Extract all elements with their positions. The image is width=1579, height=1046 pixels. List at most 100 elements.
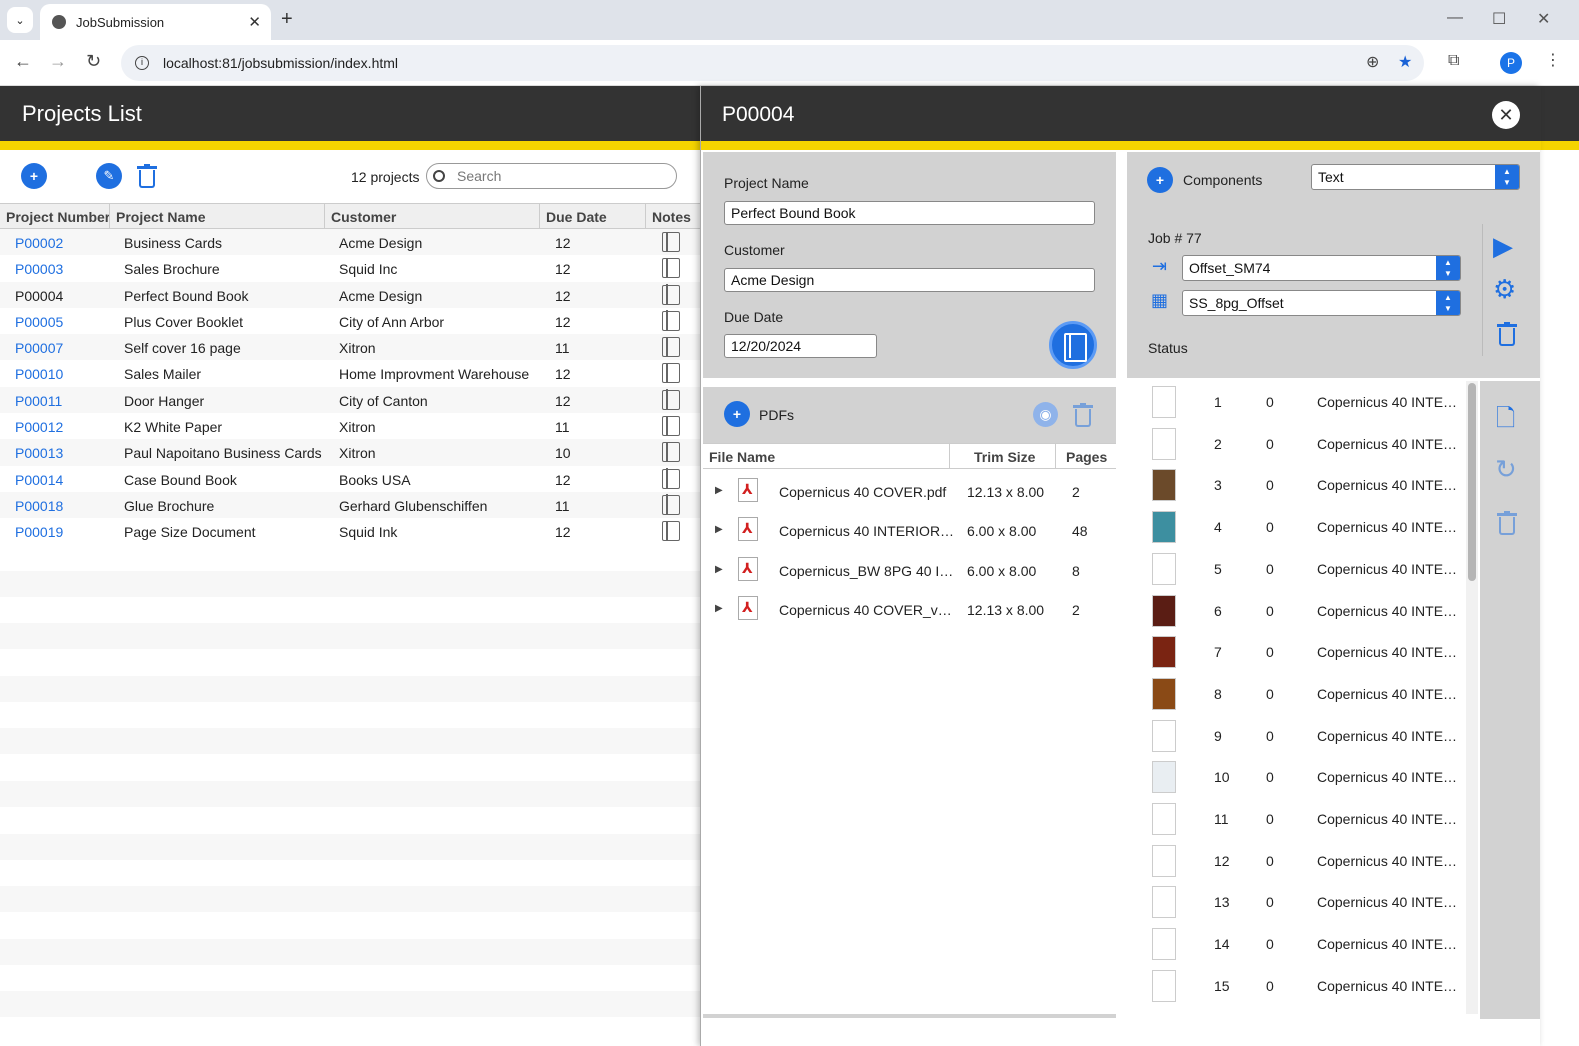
table-row[interactable]: P00013 Paul Napoitano Business Cards Xitro… — [0, 439, 700, 466]
col-project-name[interactable]: Project Name — [116, 209, 205, 225]
table-row[interactable]: P00010 Sales Mailer Home Improvment Wareho… — [0, 360, 700, 386]
component-row[interactable]: 3 0 Copernicus 40 INTE… — [1128, 464, 1465, 506]
table-row[interactable]: P00019 Page Size Document Squid Ink 12 — [0, 518, 700, 544]
components-select[interactable]: Text ▲ ▼ — [1311, 164, 1520, 190]
col-notes[interactable]: Notes — [652, 209, 691, 225]
pdf-row[interactable]: ▶ Copernicus 40 INTERIOR… 6.00 x 8.00 48 — [703, 510, 1116, 549]
settings-gear-icon[interactable]: ⚙ — [1493, 274, 1516, 305]
expand-triangle-icon[interactable]: ▶ — [715, 524, 723, 535]
col-trim-size[interactable]: Trim Size — [974, 449, 1035, 465]
project-number-link[interactable]: P00019 — [15, 524, 63, 540]
notes-icon[interactable] — [662, 231, 680, 252]
notes-icon[interactable] — [662, 310, 680, 331]
delete-pdf-icon[interactable] — [1073, 403, 1093, 427]
notes-icon[interactable] — [662, 336, 680, 358]
table-row[interactable]: P00014 Case Bound Book Books USA 12 — [0, 466, 700, 492]
component-row[interactable]: 11 0 Copernicus 40 INTE… — [1128, 798, 1465, 840]
add-component-button[interactable]: + — [1147, 167, 1173, 193]
notes-icon[interactable] — [662, 520, 680, 542]
notes-icon[interactable] — [662, 284, 680, 305]
project-number-link[interactable]: P00005 — [15, 314, 63, 330]
browser-menu-icon[interactable]: ⋮ — [1545, 50, 1561, 70]
pdf-row[interactable]: ▶ Copernicus 40 COVER.pdf 12.13 x 8.00 2 — [703, 471, 1116, 510]
table-row[interactable]: P00004 Perfect Bound Book Acme Design 12 — [0, 281, 700, 308]
component-row[interactable]: 2 0 Copernicus 40 INTE… — [1128, 423, 1465, 465]
component-row[interactable]: 12 0 Copernicus 40 INTE… — [1128, 840, 1465, 882]
component-row[interactable]: 5 0 Copernicus 40 INTE… — [1128, 548, 1465, 590]
table-row[interactable]: P00002 Business Cards Acme Design 12 — [0, 229, 700, 256]
pdf-row[interactable]: ▶ Copernicus_BW 8PG 40 I… 6.00 x 8.00 8 — [703, 550, 1116, 589]
press-select[interactable]: Offset_SM74 ▲ ▼ — [1182, 255, 1461, 281]
profile-avatar[interactable]: P — [1500, 52, 1522, 74]
component-row[interactable]: 14 0 Copernicus 40 INTE… — [1128, 923, 1465, 965]
edit-project-button[interactable]: ✎ — [96, 163, 122, 189]
notes-icon[interactable] — [662, 389, 680, 410]
table-row[interactable]: P00003 Sales Brochure Squid Inc 12 — [0, 255, 700, 281]
delete-job-icon[interactable] — [1497, 322, 1517, 346]
component-row[interactable]: 7 0 Copernicus 40 INTE… — [1128, 631, 1465, 673]
notes-button[interactable] — [1049, 321, 1097, 369]
refresh-icon[interactable]: ↻ — [1495, 454, 1517, 485]
table-row[interactable]: P00011 Door Hanger City of Canton 12 — [0, 386, 700, 414]
delete-component-icon[interactable] — [1497, 511, 1517, 535]
close-panel-button[interactable]: ✕ — [1492, 101, 1520, 129]
project-number-link[interactable]: P00013 — [15, 445, 63, 461]
project-number-link[interactable]: P00014 — [15, 472, 63, 488]
component-row[interactable]: 15 0 Copernicus 40 INTE… — [1128, 965, 1465, 1007]
project-number-link[interactable]: P00011 — [15, 393, 62, 409]
component-row[interactable]: 6 0 Copernicus 40 INTE… — [1128, 590, 1465, 632]
forward-icon[interactable]: → — [49, 51, 67, 72]
project-number-link[interactable]: P00002 — [15, 235, 63, 251]
zoom-icon[interactable]: ⊕ — [1366, 52, 1379, 72]
minimize-icon[interactable]: — — [1447, 9, 1463, 27]
project-number-link[interactable]: P00010 — [15, 366, 63, 382]
col-due-date[interactable]: Due Date — [546, 209, 607, 225]
view-pdf-eye-icon[interactable]: ◉ — [1033, 402, 1058, 427]
component-row[interactable]: 13 0 Copernicus 40 INTE… — [1128, 881, 1465, 923]
tab-search-icon[interactable]: ⌄ — [7, 7, 33, 33]
due-date-field[interactable]: 12/20/2024 — [724, 334, 877, 358]
window-close-icon[interactable]: ✕ — [1537, 9, 1550, 29]
table-row[interactable]: P00005 Plus Cover Booklet City of Ann Arbo… — [0, 308, 700, 334]
project-number-link[interactable]: P00018 — [15, 498, 63, 514]
component-row[interactable]: 10 0 Copernicus 40 INTE… — [1128, 756, 1465, 798]
pdf-row[interactable]: ▶ Copernicus 40 COVER_v… 12.13 x 8.00 2 — [703, 589, 1116, 628]
notes-icon[interactable] — [662, 257, 680, 279]
component-row[interactable]: 9 0 Copernicus 40 INTE… — [1128, 715, 1465, 757]
customer-field[interactable]: Acme Design — [724, 268, 1095, 292]
table-row[interactable]: P00007 Self cover 16 page Xitron 11 — [0, 334, 700, 361]
reload-icon[interactable]: ↻ — [86, 51, 101, 72]
col-customer[interactable]: Customer — [331, 209, 396, 225]
layout-select[interactable]: SS_8pg_Offset ▲ ▼ — [1182, 290, 1461, 316]
notes-icon[interactable] — [662, 494, 680, 515]
project-number-link[interactable]: P00003 — [15, 261, 63, 277]
site-info-icon[interactable]: i — [135, 56, 149, 70]
maximize-icon[interactable]: ☐ — [1492, 9, 1506, 29]
expand-triangle-icon[interactable]: ▶ — [715, 485, 723, 496]
address-bar[interactable]: i localhost:81/jobsubmission/index.html — [121, 45, 1424, 81]
component-scrollbar-thumb[interactable] — [1468, 383, 1476, 581]
bookmark-star-icon[interactable]: ★ — [1398, 52, 1412, 72]
expand-triangle-icon[interactable]: ▶ — [715, 564, 723, 575]
add-file-icon[interactable]: 🗋 — [1496, 401, 1515, 442]
project-number-link[interactable]: P00012 — [15, 419, 63, 435]
back-icon[interactable]: ← — [14, 51, 32, 72]
component-row[interactable]: 4 0 Copernicus 40 INTE… — [1128, 506, 1465, 548]
notes-icon[interactable] — [662, 441, 680, 463]
notes-icon[interactable] — [662, 362, 680, 384]
add-project-button[interactable]: + — [21, 163, 47, 189]
project-number-link[interactable]: P00007 — [15, 340, 63, 356]
browser-tab[interactable]: JobSubmission ✕ — [40, 4, 271, 40]
col-project-number[interactable]: Project Number — [6, 209, 110, 225]
submit-job-icon[interactable]: ▶ — [1493, 231, 1513, 262]
table-row[interactable]: P00012 K2 White Paper Xitron 11 — [0, 413, 700, 439]
search-input[interactable] — [457, 168, 657, 184]
search-box[interactable] — [426, 163, 677, 189]
component-row[interactable]: 8 0 Copernicus 40 INTE… — [1128, 673, 1465, 715]
col-file-name[interactable]: File Name — [709, 449, 775, 465]
extensions-icon[interactable]: ⧉ — [1448, 52, 1459, 70]
col-pages[interactable]: Pages — [1066, 449, 1107, 465]
expand-triangle-icon[interactable]: ▶ — [715, 603, 723, 614]
add-pdf-button[interactable]: + — [724, 401, 750, 427]
new-tab-button[interactable]: + — [281, 8, 293, 31]
